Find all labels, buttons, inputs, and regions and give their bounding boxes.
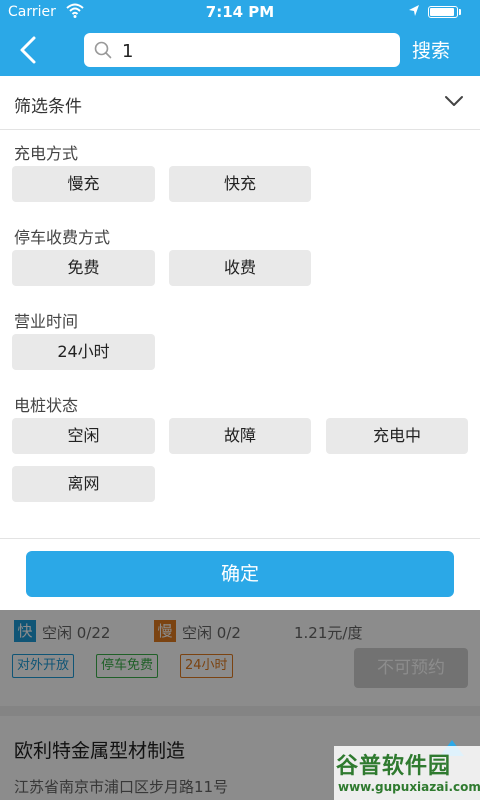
location-arrow-icon [409, 5, 419, 16]
section-label-charge-mode: 充电方式 [14, 144, 79, 163]
watermark-url: www.gupuxiazai.com [338, 780, 480, 794]
back-arrow-icon[interactable] [14, 34, 44, 66]
filter-title: 筛选条件 [14, 97, 82, 117]
option-fast-charge[interactable]: 快充 [169, 166, 311, 202]
filter-header[interactable]: 筛选条件 [0, 76, 480, 130]
battery-icon [428, 6, 458, 18]
option-24-hours[interactable]: 24小时 [12, 334, 155, 370]
option-idle[interactable]: 空闲 [12, 418, 155, 454]
search-icon [94, 41, 112, 59]
watermark-title: 谷普软件园 [336, 754, 452, 779]
section-label-pile-status: 电桩状态 [14, 396, 79, 415]
confirm-area: 确定 [0, 538, 480, 610]
option-paid[interactable]: 收费 [169, 250, 311, 286]
confirm-button[interactable]: 确定 [26, 551, 454, 597]
section-label-business-hours: 营业时间 [14, 312, 79, 331]
section-label-parking-fee: 停车收费方式 [14, 228, 111, 247]
status-bar: Carrier 7:14 PM [0, 0, 480, 24]
battery-tip [459, 9, 461, 15]
watermark: 谷普软件园 www.gupuxiazai.com [334, 746, 480, 800]
option-slow-charge[interactable]: 慢充 [12, 166, 155, 202]
nav-bar: 搜索 [0, 24, 480, 76]
filter-panel: 筛选条件 充电方式 慢充 快充 停车收费方式 免费 收费 营业时间 24小时 电… [0, 76, 480, 610]
search-input[interactable] [120, 37, 394, 65]
chevron-down-icon[interactable] [444, 94, 464, 108]
search-button[interactable]: 搜索 [412, 36, 450, 63]
option-charging[interactable]: 充电中 [326, 418, 468, 454]
search-box [84, 33, 400, 67]
option-offline[interactable]: 离网 [12, 466, 155, 502]
option-fault[interactable]: 故障 [169, 418, 311, 454]
option-free[interactable]: 免费 [12, 250, 155, 286]
